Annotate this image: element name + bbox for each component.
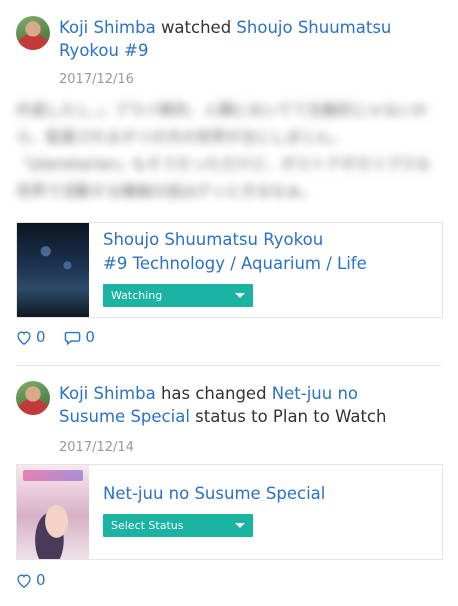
status-change-text: status to Plan to Watch bbox=[195, 407, 387, 426]
comment-button[interactable]: 0 bbox=[64, 328, 95, 346]
avatar[interactable] bbox=[16, 16, 50, 50]
status-select-value: Watching bbox=[111, 289, 163, 302]
heart-icon bbox=[17, 331, 31, 345]
work-card: Shoujo Shuumatsu Ryokou #9 Technology / … bbox=[16, 222, 443, 318]
user-link[interactable]: Koji Shimba bbox=[59, 384, 156, 403]
work-card-title[interactable]: Shoujo Shuumatsu Ryokou #9 Technology / … bbox=[103, 228, 423, 276]
episode-title[interactable]: #9 Technology / Aquarium / Life bbox=[103, 254, 367, 273]
activity-verb: watched bbox=[160, 18, 232, 37]
activity-feed: Koji Shimba watched Shoujo Shuumatsu Ryo… bbox=[0, 0, 458, 606]
activity-headline: Koji Shimba watched Shoujo Shuumatsu Ryo… bbox=[59, 16, 419, 62]
work-card: Net-juu no Susume Special Select Status bbox=[16, 464, 443, 560]
work-poster[interactable] bbox=[17, 465, 89, 559]
work-card-title[interactable]: Net-juu no Susume Special bbox=[103, 482, 423, 506]
activity-actions: 0 0 bbox=[16, 328, 109, 346]
activity-actions: 0 bbox=[16, 571, 60, 589]
activity-comment: 外遊したし、」ブラバ車的、人類においてて生動的じゃないから、監督されるオリの方の… bbox=[16, 101, 431, 200]
status-select[interactable]: Select Status bbox=[103, 514, 253, 537]
caret-down-icon bbox=[235, 293, 245, 298]
comment-count: 0 bbox=[85, 328, 95, 346]
status-select-value: Select Status bbox=[111, 519, 184, 532]
activity-headline: Koji Shimba has changed Net-juu no Susum… bbox=[59, 382, 419, 428]
avatar[interactable] bbox=[16, 381, 50, 415]
like-count: 0 bbox=[36, 571, 46, 589]
activity-verb: has changed bbox=[160, 384, 267, 403]
caret-down-icon bbox=[235, 523, 245, 528]
heart-icon bbox=[17, 574, 31, 588]
user-link[interactable]: Koji Shimba bbox=[59, 18, 156, 37]
activity-date: 2017/12/14 bbox=[59, 440, 134, 455]
like-button[interactable]: 0 bbox=[16, 328, 46, 346]
activity-date: 2017/12/16 bbox=[59, 72, 134, 87]
work-poster[interactable] bbox=[17, 223, 89, 317]
status-select[interactable]: Watching bbox=[103, 284, 253, 307]
divider bbox=[16, 365, 441, 366]
comment-bubble-icon bbox=[65, 331, 81, 346]
like-count: 0 bbox=[36, 328, 46, 346]
like-button[interactable]: 0 bbox=[16, 571, 46, 589]
